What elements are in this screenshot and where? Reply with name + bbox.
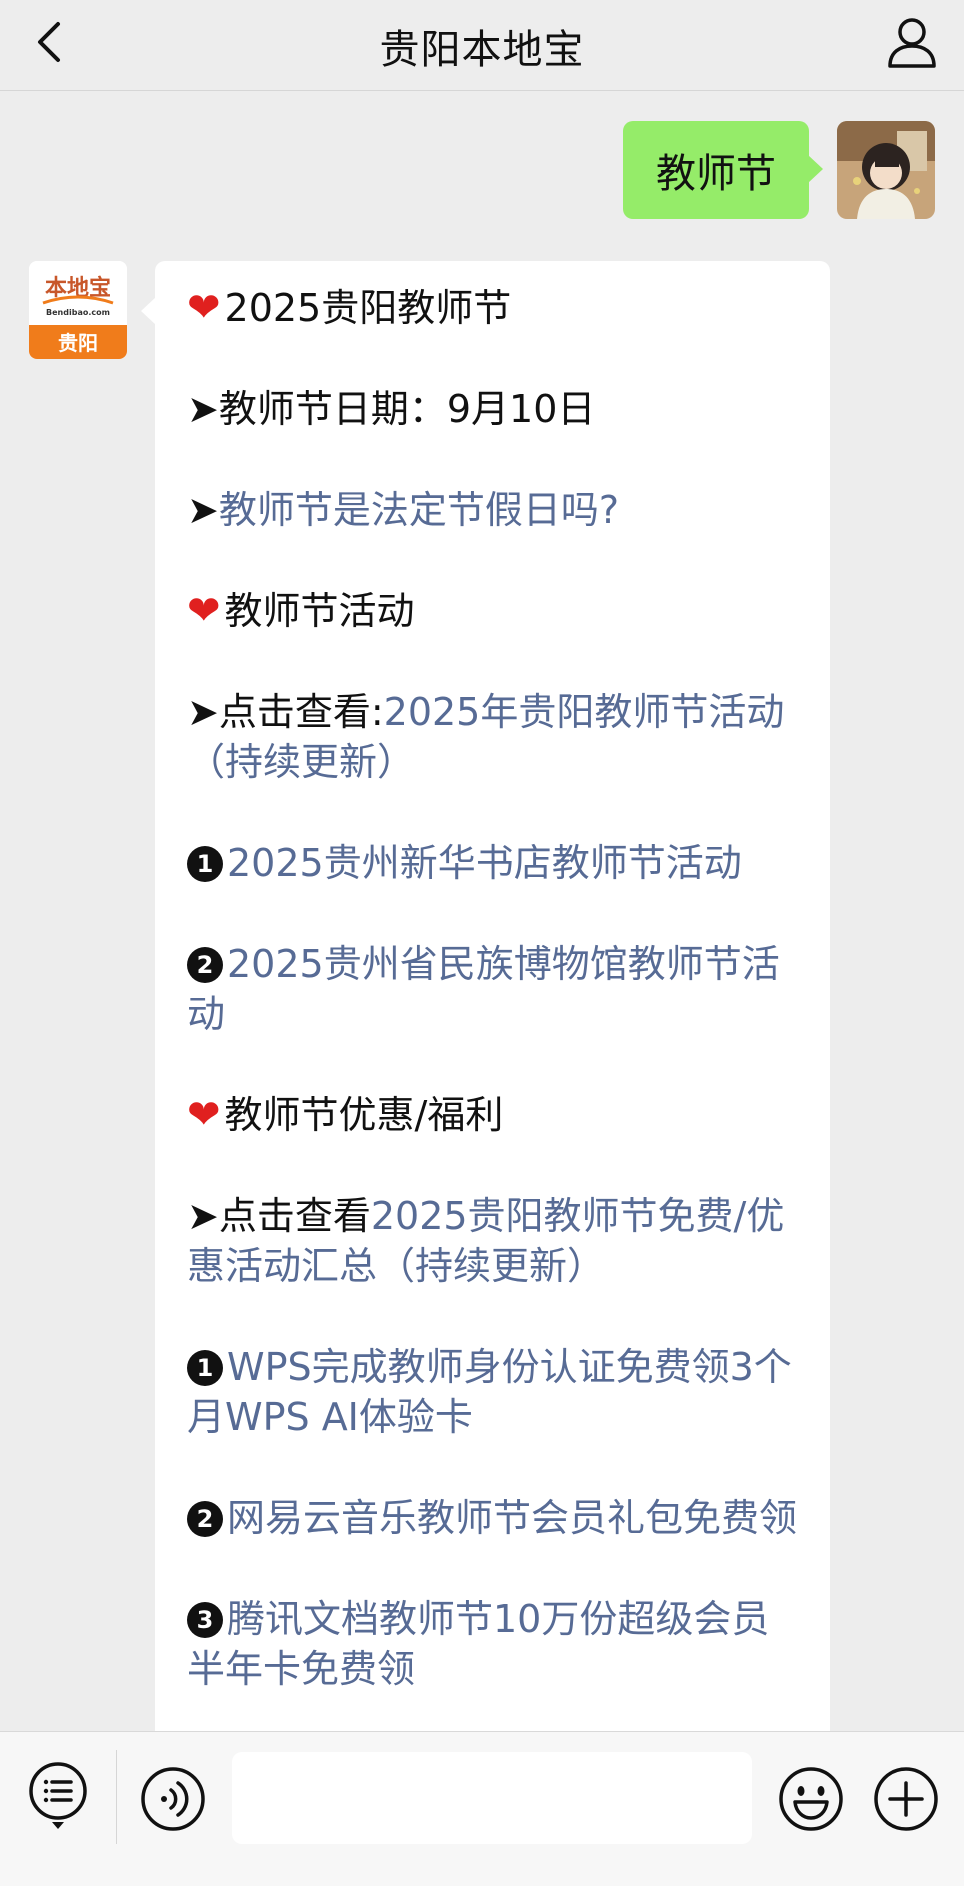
message-title-line: ❤ 2025贵阳教师节 [187,283,798,333]
message-input[interactable] [232,1752,752,1844]
number-badge-icon: 2 [187,1501,223,1537]
outgoing-message[interactable]: 教师节 [623,121,823,219]
more-button[interactable] [873,1766,939,1832]
number-badge-icon: 2 [187,947,223,983]
activities-prefix: ➤点击查看: [187,690,384,734]
bot-avatar[interactable]: 本地宝 Bendibao.com 贵阳 [29,261,127,359]
profile-button[interactable] [882,12,942,72]
activities-summary-line: ➤点击查看:2025年贵阳教师节活动（持续更新） [187,687,798,787]
voice-icon [141,1767,205,1831]
benefits-summary-line: ➤点击查看2025贵阳教师节免费/优惠活动汇总（持续更新） [187,1191,798,1291]
person-icon [888,18,936,68]
voice-button[interactable] [140,1766,206,1832]
benefit-link[interactable]: 腾讯文档教师节10万份超级会员半年卡免费领 [187,1597,769,1691]
activity-link[interactable]: 2025贵州新华书店教师节活动 [227,841,742,885]
divider [116,1750,117,1844]
activities-heading-line: ❤ 教师节活动 [187,586,798,636]
top-nav-bar: 贵阳本地宝 [0,0,964,91]
number-badge-icon: 1 [187,1350,223,1386]
number-badge-icon: 3 [187,1602,223,1638]
logo-subtext: Bendibao.com [46,308,110,317]
activity-item: 2 2025贵州省民族博物馆教师节活动 [187,939,798,1039]
user-avatar-illustration [837,121,935,219]
emoji-icon [779,1767,843,1831]
bendibao-logo: 本地宝 Bendibao.com 贵阳 [29,261,127,359]
chat-area[interactable]: 教师节 本地宝 Bendibao.com 贵阳 ❤ 2025贵阳教师节 ➤教师节日… [0,91,964,1731]
arrow-icon: ➤ [187,488,219,532]
holiday-link[interactable]: 教师节是法定节假日吗? [219,488,619,532]
emoji-button[interactable] [778,1766,844,1832]
benefit-link[interactable]: 网易云音乐教师节会员礼包免费领 [227,1496,797,1540]
incoming-message[interactable]: ❤ 2025贵阳教师节 ➤教师节日期：9月10日 ➤教师节是法定节假日吗? ❤ 教师… [141,261,830,1731]
benefit-link[interactable]: WPS完成教师身份认证免费领3个月WPS AI体验卡 [187,1345,792,1439]
activities-heading: 教师节活动 [224,589,415,633]
number-badge-icon: 1 [187,846,223,882]
menu-button[interactable] [27,1760,89,1832]
benefit-item: 2 网易云音乐教师节会员礼包免费领 [187,1493,798,1543]
input-bar [0,1731,964,1886]
benefit-item: 1 WPS完成教师身份认证免费领3个月WPS AI体验卡 [187,1342,798,1442]
user-avatar[interactable] [837,121,935,219]
activity-item: 1 2025贵州新华书店教师节活动 [187,838,798,888]
holiday-line: ➤教师节是法定节假日吗? [187,485,798,535]
benefits-heading-line: ❤ 教师节优惠/福利 [187,1090,798,1140]
plus-icon [874,1767,938,1831]
date-line: ➤教师节日期：9月10日 [187,387,596,431]
heart-icon: ❤ [187,1092,221,1138]
logo-city: 贵阳 [58,331,98,355]
list-menu-icon [29,1762,87,1829]
message-title: 2025贵阳教师节 [224,286,512,330]
heart-icon: ❤ [187,285,221,331]
benefits-prefix: ➤点击查看 [187,1194,371,1238]
benefits-heading: 教师节优惠/福利 [224,1093,504,1137]
heart-icon: ❤ [187,588,221,634]
outgoing-message-text: 教师节 [656,151,776,197]
activity-link[interactable]: 2025贵州省民族博物馆教师节活动 [187,942,780,1036]
page-title: 贵阳本地宝 [379,27,585,73]
benefit-item: 3 腾讯文档教师节10万份超级会员半年卡免费领 [187,1594,798,1694]
